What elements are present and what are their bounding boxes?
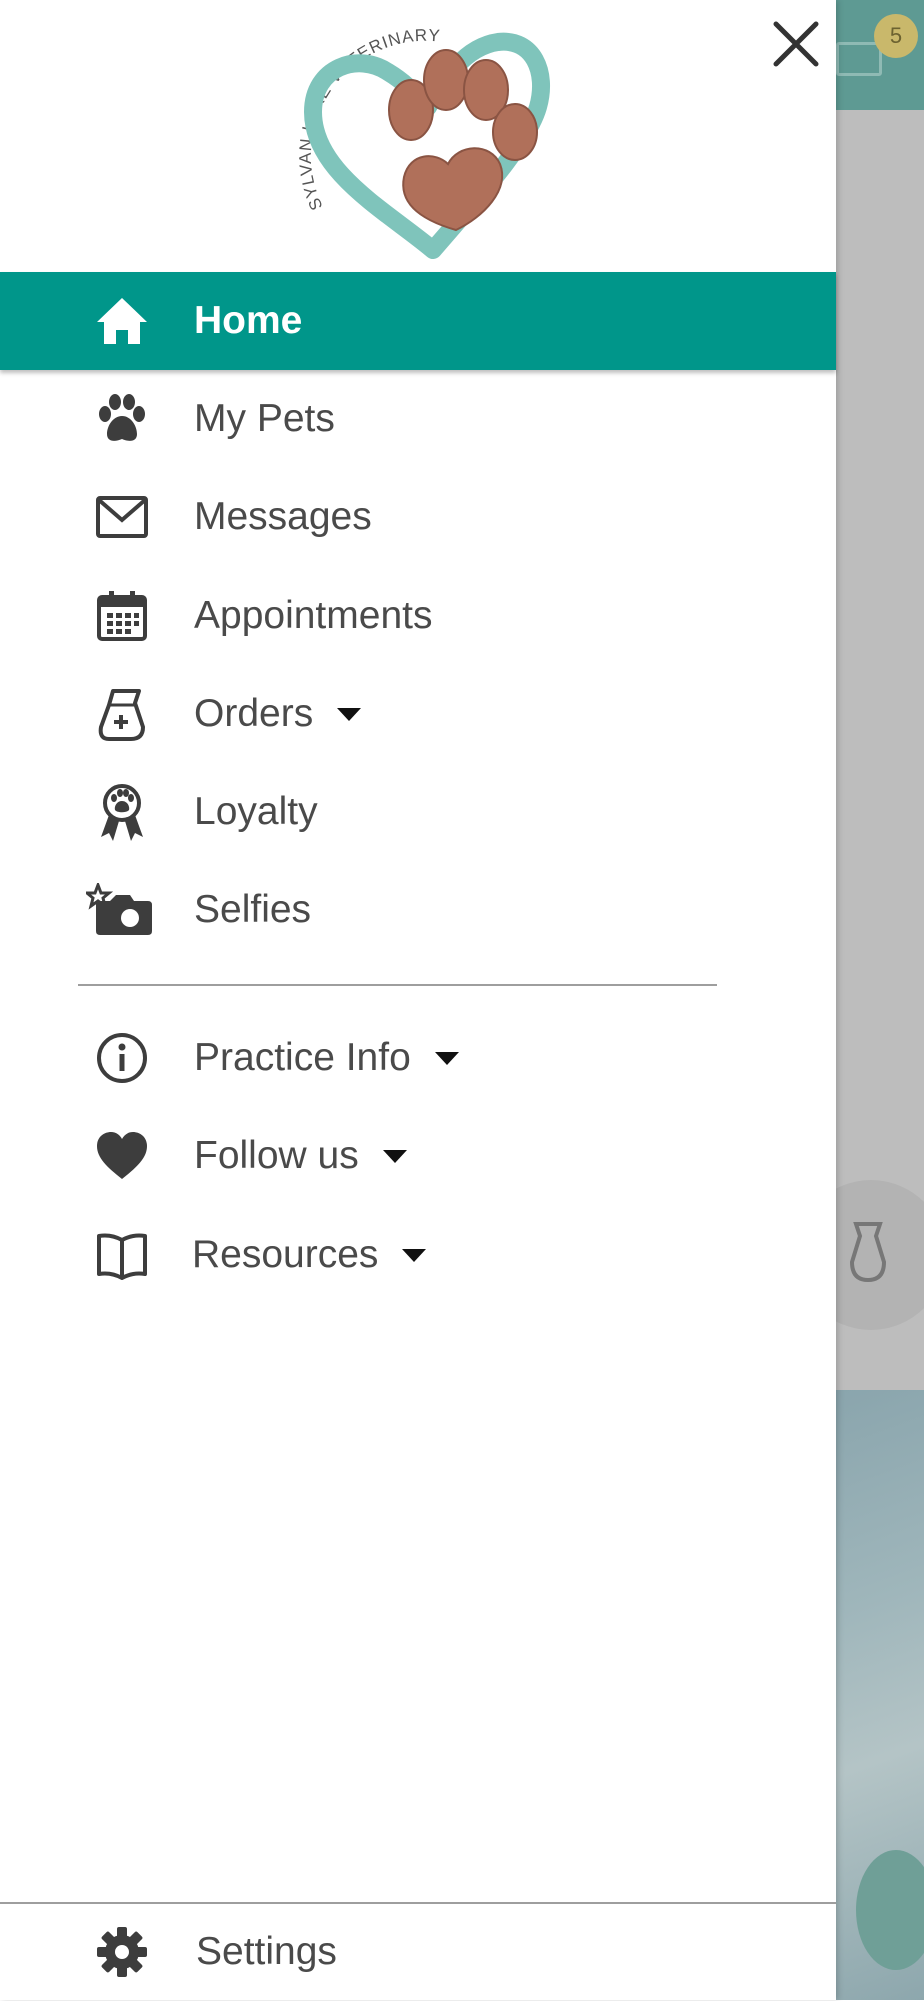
menu-item-label: Home [194,299,303,342]
camera-star-icon [86,880,156,940]
menu-item-messages[interactable]: Messages [0,468,836,566]
heart-icon [92,1126,152,1186]
background-top-bar: 5 [836,0,924,110]
background-mail-icon[interactable] [836,42,882,76]
menu-item-text: Resources [192,1233,379,1276]
menu-item-label: Follow us [194,1134,407,1178]
background-app: 5 [836,0,924,2000]
menu-item-text: Practice Info [194,1036,411,1079]
medicine-bag-icon [92,684,152,744]
unread-badge: 5 [874,14,918,58]
menu-item-label: Resources [192,1233,427,1277]
menu-item-home[interactable]: Home [0,272,836,370]
menu-item-selfies[interactable]: Selfies [0,861,836,959]
menu-item-label: Messages [194,495,372,538]
clinic-logo: SYLVAN LAKE VETERINARY CLINIC [261,0,558,262]
menu-item-follow-us[interactable]: Follow us [0,1107,836,1205]
chevron-down-icon[interactable] [382,1149,407,1163]
book-icon [92,1225,152,1285]
menu-item-label: Appointments [194,594,433,637]
award-ribbon-icon [92,782,152,842]
menu-item-label: My Pets [194,397,335,440]
menu-item-settings[interactable]: Settings [0,1903,836,2001]
navigation-drawer: SYLVAN LAKE VETERINARY CLINIC Home [0,0,836,2000]
menu-item-label: Practice Info [194,1036,459,1080]
menu-item-practice-info[interactable]: Practice Info [0,1009,836,1107]
menu-item-text: Follow us [194,1134,359,1177]
menu-item-label: Orders [194,692,362,736]
menu-item-label: Loyalty [194,790,318,833]
menu-divider [78,984,717,986]
menu-item-text: Orders [194,692,314,735]
chevron-down-icon[interactable] [434,1051,459,1065]
menu-item-loyalty[interactable]: Loyalty [0,763,836,861]
chevron-down-icon[interactable] [402,1248,427,1262]
menu-item-label: Settings [196,1930,337,1973]
chevron-down-icon[interactable] [337,707,362,721]
home-icon [92,291,152,351]
calendar-icon [92,586,152,646]
menu-item-my-pets[interactable]: My Pets [0,370,836,468]
close-icon [773,21,819,67]
paw-icon [92,389,152,449]
envelope-icon [92,487,152,547]
menu-item-label: Selfies [194,888,312,931]
info-icon [92,1028,152,1088]
background-water-image [836,1390,924,2000]
menu-item-orders[interactable]: Orders [0,665,836,763]
menu-item-appointments[interactable]: Appointments [0,567,836,665]
background-medicine-bag-icon [849,1222,887,1282]
menu-item-resources[interactable]: Resources [0,1206,836,1304]
close-button[interactable] [766,14,826,74]
gear-icon [92,1922,152,1982]
